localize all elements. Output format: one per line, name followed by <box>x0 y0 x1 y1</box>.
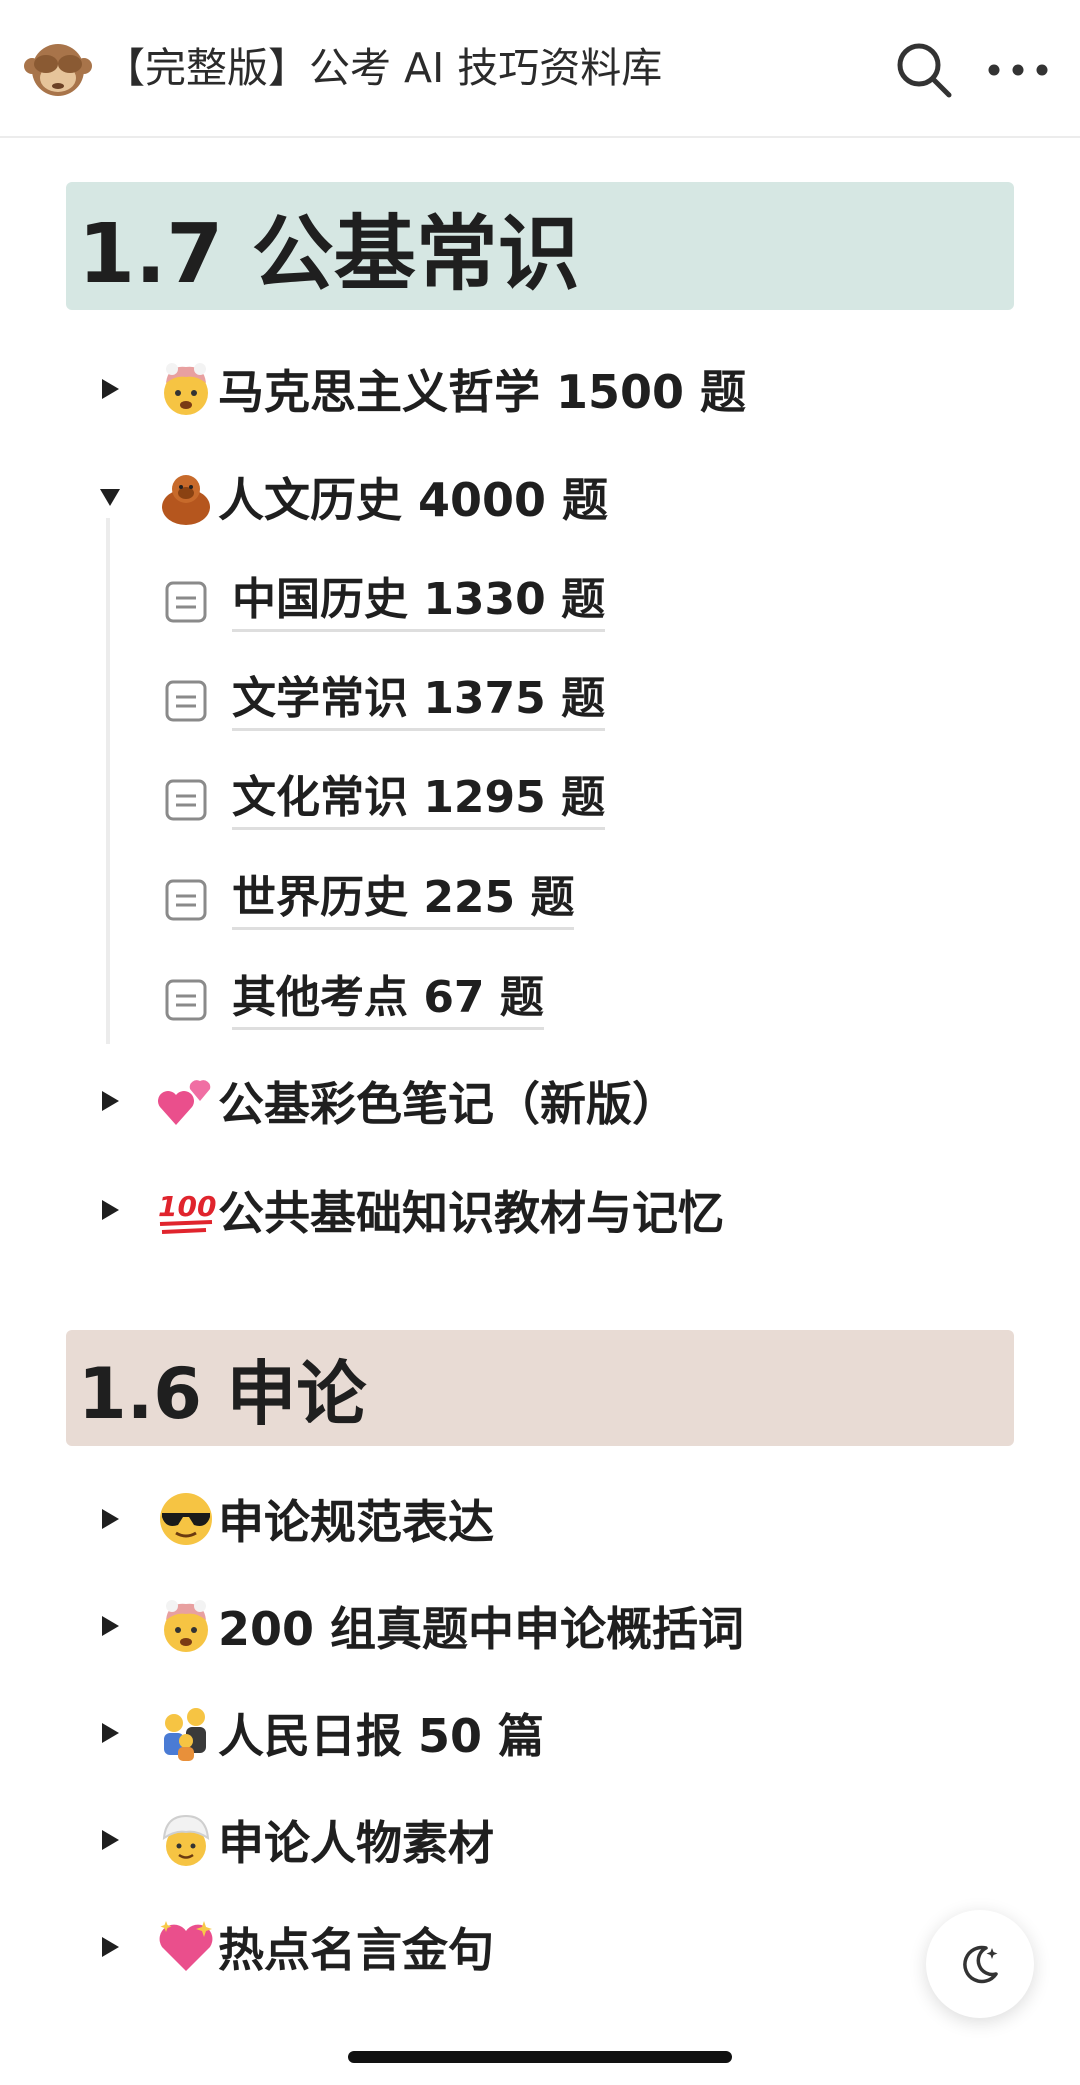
heading-text: 1.7 公基常识 <box>78 206 580 302</box>
more-icon[interactable] <box>986 52 1050 88</box>
subpage-label[interactable]: 文化常识 1295 题 <box>232 771 606 830</box>
toggle-arrow-collapsed[interactable] <box>92 1083 128 1119</box>
section-heading-1-7: 1.7 公基常识 <box>66 182 1014 310</box>
document-icon <box>165 779 207 821</box>
toggle-arrow-collapsed[interactable] <box>92 1501 128 1537</box>
subpage-link[interactable]: 世界历史 225 题 <box>164 865 575 935</box>
subpage-label[interactable]: 其他考点 67 题 <box>232 971 544 1030</box>
toggle-label: 公基彩色笔记（新版） <box>218 1077 678 1131</box>
family-emoji <box>164 1708 206 1761</box>
subpage-label[interactable]: 文学常识 1375 题 <box>232 672 606 731</box>
two-hearts-emoji <box>158 1080 211 1125</box>
exploding-head-emoji <box>164 1600 208 1652</box>
document-icon <box>165 879 207 921</box>
toggle-textbook-memory[interactable]: 100 公共基础知识教材与记忆 <box>92 1175 724 1245</box>
toggle-label: 申论人物素材 <box>218 1816 494 1870</box>
nested-block-guide-line <box>106 518 110 1044</box>
toggle-arrow-collapsed[interactable] <box>92 1192 128 1228</box>
toggle-label: 马克思主义哲学 1500 题 <box>218 365 747 419</box>
svg-text:100: 100 <box>158 1190 216 1223</box>
subpage-link[interactable]: 文学常识 1375 题 <box>164 666 606 736</box>
toggle-color-notes[interactable]: 公基彩色笔记（新版） <box>92 1066 678 1136</box>
toggle-label: 热点名言金句 <box>218 1923 494 1977</box>
toggle-label: 申论规范表达 <box>218 1495 494 1549</box>
toggle-arrow-collapsed[interactable] <box>92 1929 128 1965</box>
sparkling-heart-emoji <box>159 1921 213 1971</box>
sunglasses-face-emoji <box>160 1493 212 1545</box>
toggle-label: 人民日报 50 篇 <box>218 1709 545 1763</box>
subpage-label[interactable]: 中国历史 1330 题 <box>232 573 606 632</box>
toggle-humanities-history[interactable]: 人文历史 4000 题 <box>92 462 608 532</box>
section-heading-1-6: 1.6 申论 <box>66 1330 1014 1446</box>
toggle-label: 人文历史 4000 题 <box>218 473 609 527</box>
see-no-evil-monkey-icon <box>24 44 92 96</box>
document-icon <box>165 979 207 1021</box>
toggle-label: 公共基础知识教材与记忆 <box>218 1186 724 1240</box>
toggle-character-material[interactable]: 申论人物素材 <box>92 1805 494 1875</box>
toggle-arrow-collapsed[interactable] <box>92 1608 128 1644</box>
hundred-points-emoji: 100 <box>158 1190 216 1234</box>
exploding-head-emoji <box>164 363 208 415</box>
document-icon <box>165 680 207 722</box>
toggle-arrow-collapsed[interactable] <box>92 1715 128 1751</box>
search-icon[interactable] <box>892 38 956 102</box>
person-turban-emoji <box>162 1814 210 1866</box>
toggle-arrow-collapsed[interactable] <box>92 1822 128 1858</box>
document-icon <box>165 581 207 623</box>
subpage-link[interactable]: 中国历史 1330 题 <box>164 567 606 637</box>
heading-text: 1.6 申论 <box>78 1352 367 1435</box>
home-indicator <box>348 2051 732 2063</box>
toggle-label: 200 组真题中申论概括词 <box>218 1602 745 1656</box>
page-title: 【完整版】公考 AI 技巧资料库 <box>104 44 663 92</box>
moon-stars-icon <box>963 1945 998 1984</box>
night-mode-button[interactable] <box>926 1910 1034 2018</box>
top-bar: 【完整版】公考 AI 技巧资料库 <box>0 0 1080 138</box>
subpage-label[interactable]: 世界历史 225 题 <box>232 871 575 930</box>
toggle-essay-expression[interactable]: 申论规范表达 <box>92 1484 494 1554</box>
subpage-link[interactable]: 文化常识 1295 题 <box>164 765 606 835</box>
toggle-summary-words[interactable]: 200 组真题中申论概括词 <box>92 1591 744 1661</box>
toggle-arrow-expanded[interactable] <box>92 479 128 515</box>
toggle-arrow-collapsed[interactable] <box>92 371 128 407</box>
toggle-marxist-philosophy[interactable]: 马克思主义哲学 1500 题 <box>92 354 746 424</box>
orangutan-emoji <box>162 475 210 525</box>
toggle-hot-quotes[interactable]: 热点名言金句 <box>92 1912 494 1982</box>
subpage-link[interactable]: 其他考点 67 题 <box>164 965 544 1035</box>
toggle-peoples-daily[interactable]: 人民日报 50 篇 <box>92 1698 544 1768</box>
